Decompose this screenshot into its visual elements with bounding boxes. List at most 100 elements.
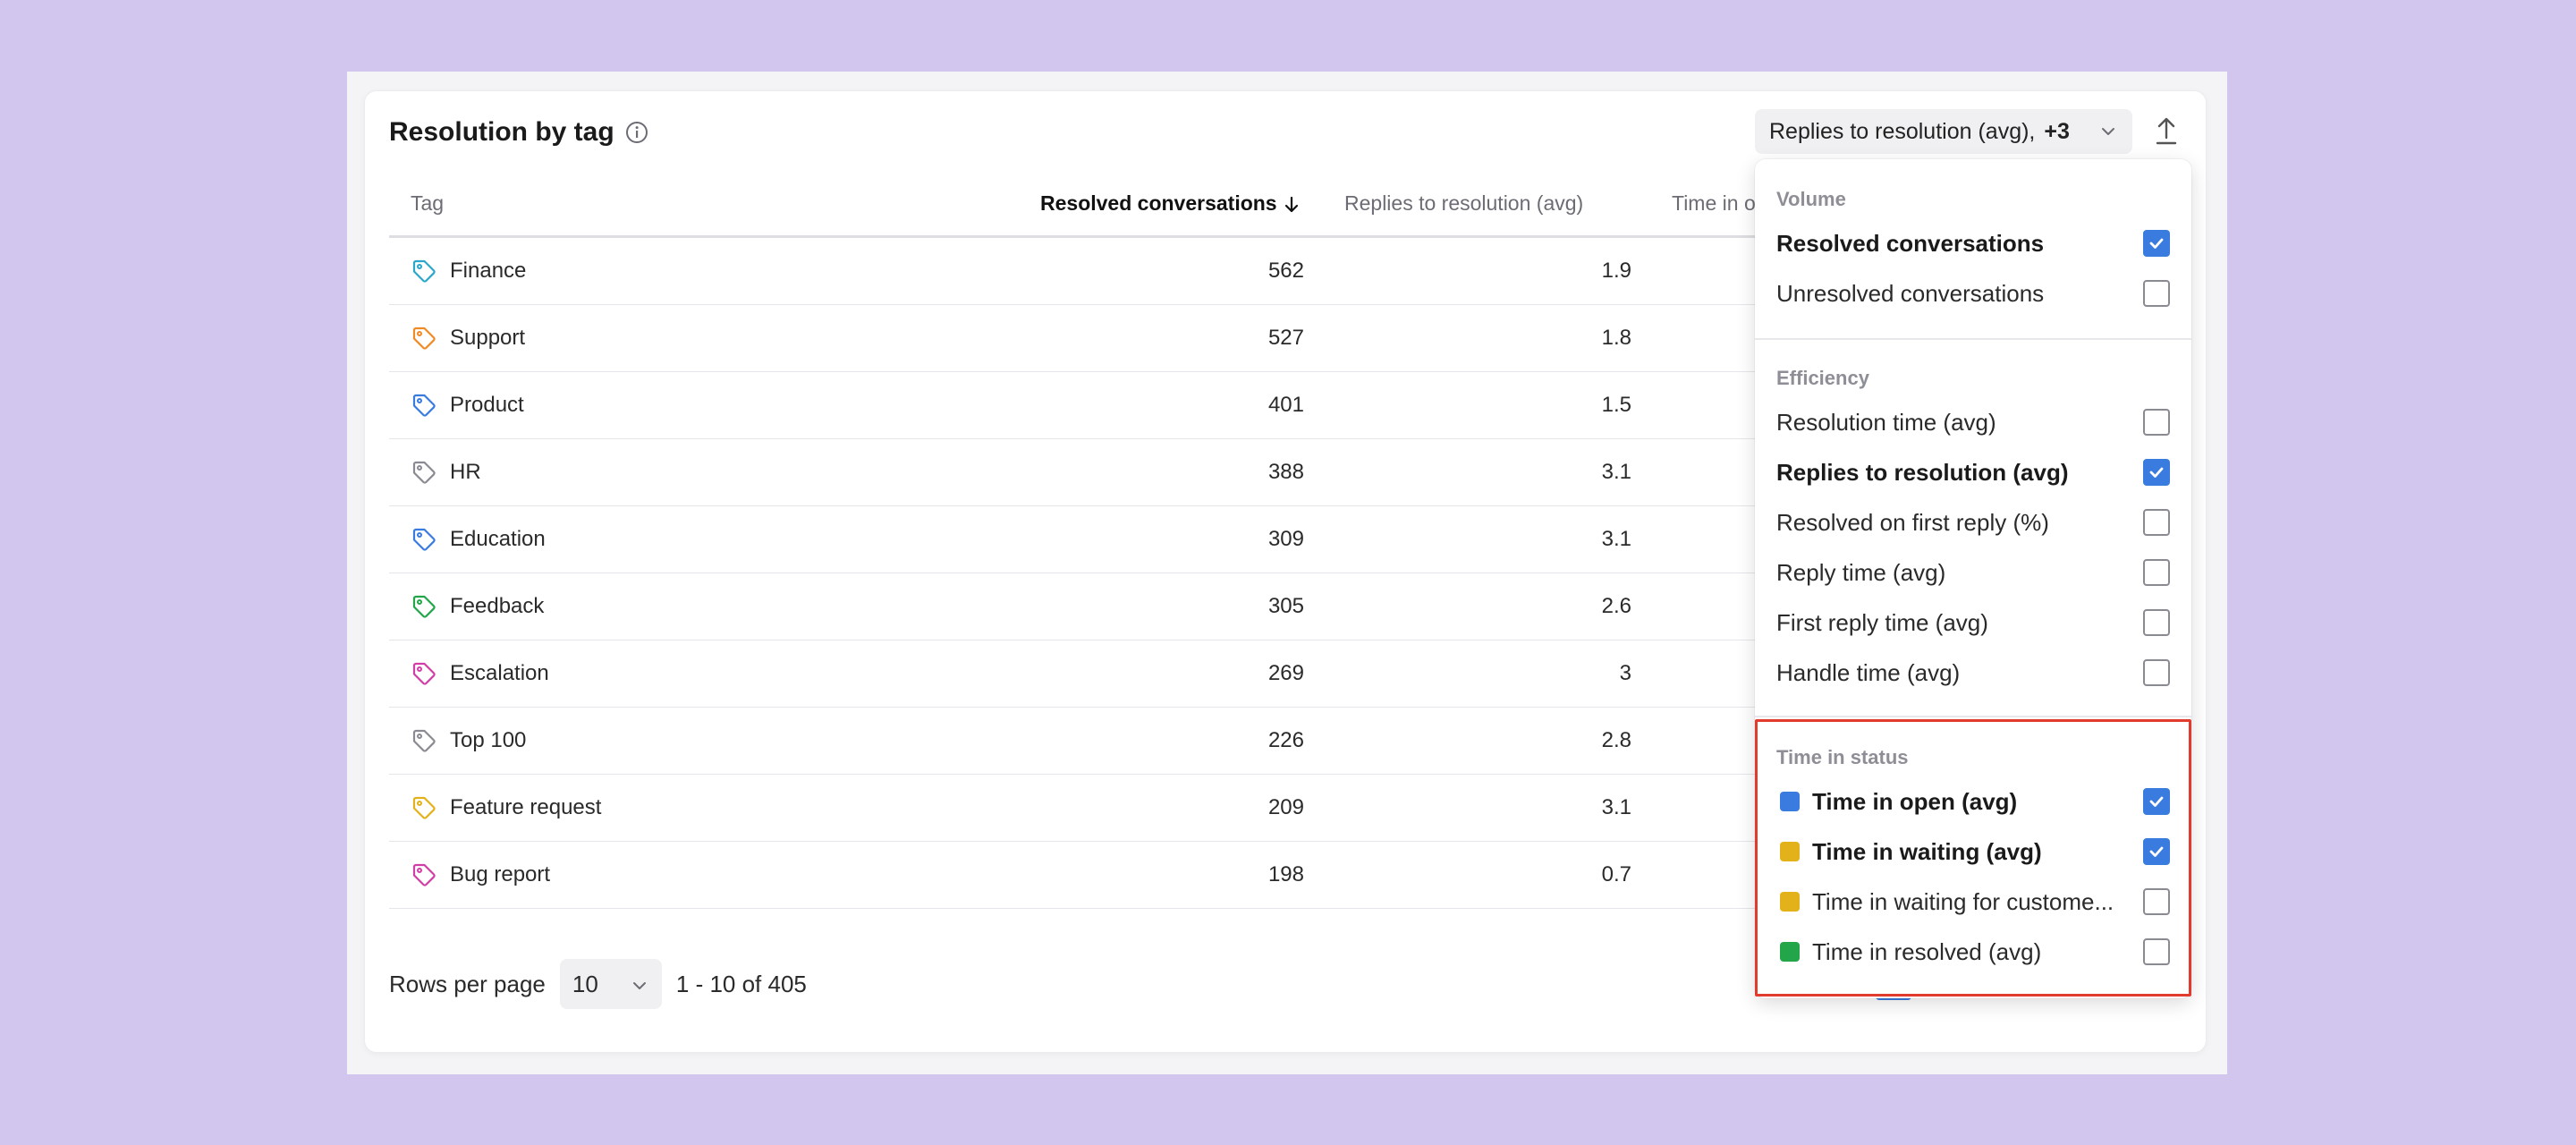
tag-icon <box>411 727 437 754</box>
resolved-count-cell: 198 <box>1267 862 1304 886</box>
column-header-tag[interactable]: Tag <box>411 191 444 216</box>
column-header-replies[interactable]: Replies to resolution (avg) <box>1344 191 1583 216</box>
resolved-count-cell: 562 <box>1267 259 1304 283</box>
tag-cell: Product <box>411 372 524 438</box>
column-header-resolved[interactable]: Resolved conversations <box>1040 191 1301 216</box>
sort-desc-icon <box>1283 195 1301 215</box>
tag-icon <box>411 660 437 687</box>
dropdown-option[interactable]: Handle time (avg) <box>1776 653 2170 692</box>
tag-name: Top 100 <box>450 728 527 752</box>
page-title: Resolution by tag <box>389 117 614 147</box>
checkbox[interactable] <box>2143 559 2170 586</box>
table-row[interactable]: Feedback 305 2.6 <box>389 573 1820 640</box>
checkbox[interactable] <box>2143 609 2170 636</box>
dropdown-option[interactable]: Resolved on first reply (%) <box>1776 503 2170 542</box>
tag-icon <box>411 593 437 620</box>
table-row[interactable]: Escalation 269 3 <box>389 640 1820 708</box>
checkbox[interactable] <box>2143 280 2170 307</box>
chevron-down-icon <box>2098 122 2118 141</box>
replies-avg-cell: 2.8 <box>1601 728 1631 752</box>
table-row[interactable]: Support 527 1.8 <box>389 305 1820 372</box>
column-header-resolved-label: Resolved conversations <box>1040 191 1277 215</box>
tag-icon <box>411 794 437 821</box>
tag-name: Bug report <box>450 862 551 886</box>
export-button[interactable] <box>2151 114 2182 148</box>
dropdown-option-label: Replies to resolution (avg) <box>1776 458 2069 486</box>
tag-cell: Support <box>411 305 525 371</box>
time-in-status-highlight <box>1755 719 2191 997</box>
chevron-down-icon <box>630 974 649 994</box>
resolved-count-cell: 388 <box>1267 460 1304 484</box>
resolved-count-cell: 269 <box>1267 661 1304 685</box>
pagination-footer: Rows per page 10 1 - 10 of 405 <box>389 957 807 1011</box>
resolved-count-cell: 226 <box>1267 728 1304 752</box>
table-row[interactable]: Product 401 1.5 <box>389 372 1820 439</box>
dropdown-option-label: Resolution time (avg) <box>1776 408 1996 436</box>
metric-select-value: Replies to resolution (avg), <box>1769 118 2036 144</box>
tag-icon <box>411 459 437 486</box>
table-row[interactable]: Finance 562 1.9 <box>389 238 1820 305</box>
tag-icon <box>411 325 437 352</box>
checkbox[interactable] <box>2143 459 2170 486</box>
replies-avg-cell: 1.8 <box>1601 326 1631 350</box>
tag-name: Finance <box>450 259 527 283</box>
tag-name: Education <box>450 527 546 551</box>
table-row[interactable]: Bug report 198 0.7 <box>389 842 1820 909</box>
dropdown-option[interactable]: Resolution time (avg) <box>1776 403 2170 442</box>
table-row[interactable]: Education 309 3.1 <box>389 506 1820 573</box>
dropdown-option-label: Unresolved conversations <box>1776 279 2045 307</box>
dropdown-option-label: Reply time (avg) <box>1776 558 1946 586</box>
tag-cell: Finance <box>411 238 526 304</box>
tag-cell: Top 100 <box>411 708 526 774</box>
pagination-range: 1 - 10 of 405 <box>675 970 807 997</box>
table-row[interactable]: Feature request 209 3.1 <box>389 775 1820 842</box>
resolved-count-cell: 309 <box>1267 527 1304 551</box>
table-row[interactable]: HR 388 3.1 <box>389 439 1820 506</box>
checkbox[interactable] <box>2143 409 2170 436</box>
tag-cell: Feature request <box>411 775 601 841</box>
table-row[interactable]: Top 100 226 2.8 <box>389 708 1820 775</box>
checkbox[interactable] <box>2143 509 2170 536</box>
replies-avg-cell: 0.7 <box>1601 862 1631 886</box>
tag-name: Product <box>450 393 524 417</box>
card-header: Resolution by tag <box>389 114 648 150</box>
column-header-time-in[interactable]: Time in o <box>1672 191 1756 216</box>
tag-name: Feature request <box>450 795 602 819</box>
dropdown-section-label: Volume <box>1776 188 1846 210</box>
resolved-count-cell: 527 <box>1267 326 1304 350</box>
upload-icon <box>2151 117 2182 152</box>
dropdown-section-label: Efficiency <box>1776 367 1869 389</box>
dropdown-option[interactable]: Reply time (avg) <box>1776 553 2170 592</box>
tag-icon <box>411 392 437 419</box>
replies-avg-cell: 3 <box>1619 661 1631 685</box>
dropdown-option[interactable]: Unresolved conversations <box>1776 274 2170 313</box>
tag-icon <box>411 526 437 553</box>
tag-icon <box>411 258 437 284</box>
dropdown-option[interactable]: Replies to resolution (avg) <box>1776 453 2170 492</box>
checkbox[interactable] <box>2143 659 2170 686</box>
metrics-dropdown-menu: Volume Resolved conversations Unresolved c… <box>1755 159 2191 998</box>
tag-icon <box>411 861 437 888</box>
dropdown-option[interactable]: First reply time (avg) <box>1776 603 2170 642</box>
metric-select[interactable]: Replies to resolution (avg), +3 <box>1755 109 2132 154</box>
resolved-count-cell: 305 <box>1267 594 1304 618</box>
info-icon[interactable] <box>625 121 648 144</box>
tag-name: HR <box>450 460 481 484</box>
tag-name: Escalation <box>450 661 549 685</box>
tag-cell: HR <box>411 439 481 505</box>
resolved-count-cell: 209 <box>1267 795 1304 819</box>
dropdown-option-label: First reply time (avg) <box>1776 608 1988 636</box>
rows-per-page-select[interactable]: 10 <box>559 959 662 1009</box>
replies-avg-cell: 2.6 <box>1601 594 1631 618</box>
replies-avg-cell: 1.9 <box>1601 259 1631 283</box>
dropdown-divider <box>1755 338 2191 340</box>
tag-cell: Education <box>411 506 546 572</box>
resolved-count-cell: 401 <box>1267 393 1304 417</box>
dropdown-option-label: Resolved conversations <box>1776 229 2045 257</box>
dropdown-divider <box>1755 716 2191 717</box>
dropdown-option[interactable]: Resolved conversations <box>1776 224 2170 263</box>
replies-avg-cell: 3.1 <box>1601 460 1631 484</box>
metric-select-extra-count: +3 <box>2044 118 2070 144</box>
tag-cell: Bug report <box>411 842 550 908</box>
checkbox[interactable] <box>2143 230 2170 257</box>
